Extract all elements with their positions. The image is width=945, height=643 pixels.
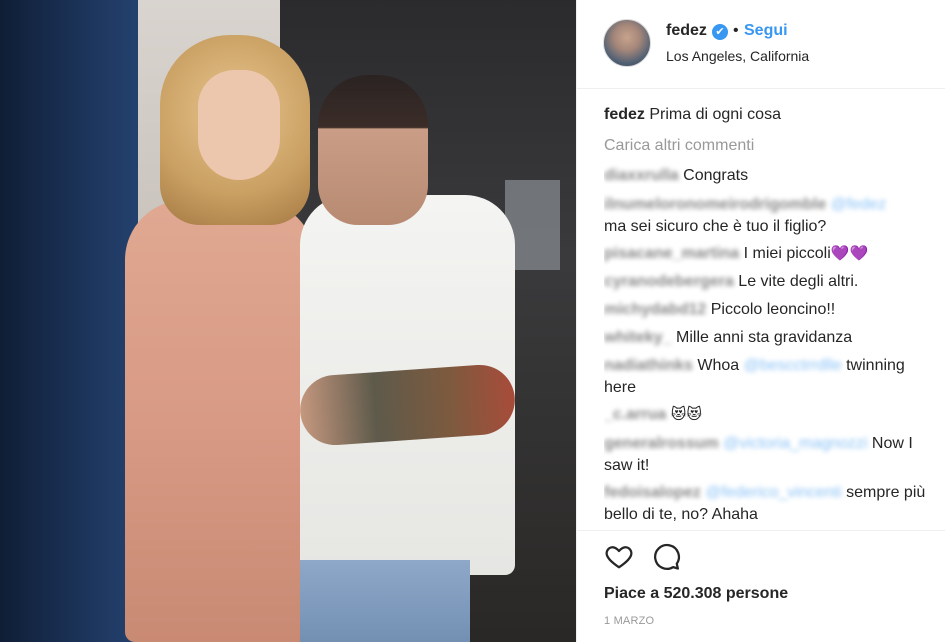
woman-dress <box>125 200 315 642</box>
comment-item: nadiathinks Whoa @bescctrrdlle twinning … <box>604 355 929 399</box>
verified-badge-icon: ✔ <box>712 24 728 40</box>
comment-item: whiteky_ Mille anni sta gravidanza <box>604 327 929 349</box>
post-header: fedez ✔ • Segui Los Angeles, California <box>577 0 945 89</box>
comments-list[interactable]: fedez Prima di ogni cosa Carica altri co… <box>604 104 929 524</box>
comment-username[interactable]: fedoisalopez <box>604 484 701 501</box>
caption: fedez Prima di ogni cosa <box>604 104 929 126</box>
comment-item: generalrossum @victoria_magnozzi Now I s… <box>604 433 929 477</box>
comment-item: ilnumeloronomeirodrigomble @fedez ma sei… <box>604 194 929 238</box>
comment-username[interactable]: nadiathinks <box>604 357 693 374</box>
woman-face <box>198 70 280 180</box>
comment-text: Piccolo leoncino!! <box>710 301 836 318</box>
caption-username[interactable]: fedez <box>604 106 645 123</box>
post-sidebar: fedez ✔ • Segui Los Angeles, California … <box>576 0 945 642</box>
post-actions: Piace a 520.308 persone 1 MARZO <box>577 530 945 643</box>
location-link[interactable]: Los Angeles, California <box>666 48 809 64</box>
header-username[interactable]: fedez <box>666 22 707 40</box>
comment-item: diaxxrulla Congrats <box>604 165 929 187</box>
likes-count[interactable]: Piace a 520.308 persone <box>604 585 788 603</box>
comment-username[interactable]: michydabd12 <box>604 301 706 318</box>
purple-heart-emoji-icon: 💜💜 <box>830 245 869 262</box>
man-jeans <box>300 560 470 642</box>
load-more-comments[interactable]: Carica altri commenti <box>604 135 929 157</box>
post-date[interactable]: 1 MARZO <box>604 615 654 627</box>
comment-text: Congrats <box>683 167 749 184</box>
comment-item: pisacane_martina I miei piccoli💜💜 <box>604 243 929 265</box>
follow-button[interactable]: Segui <box>744 22 788 40</box>
comment-item: _c.arrua 😻😻 <box>604 404 929 426</box>
separator-dot: • <box>733 22 739 39</box>
comment-username[interactable]: _c.arrua <box>604 406 666 423</box>
comment-item: cyranodebergera Le vite degli altri. <box>604 271 929 293</box>
man-head <box>318 75 428 225</box>
comment-text: Mille anni sta gravidanza <box>676 329 853 346</box>
blue-wall <box>0 0 140 642</box>
cat-heart-eyes-emoji-icon: 😻😻 <box>670 406 702 423</box>
comment-mention[interactable]: @bescctrrdlle <box>744 357 842 374</box>
comment-text: Le vite degli altri. <box>738 273 859 290</box>
avatar[interactable] <box>603 19 651 67</box>
post-photo[interactable] <box>0 0 576 642</box>
comment-username[interactable]: pisacane_martina <box>604 245 739 262</box>
comment-mention[interactable]: @victoria_magnozzi <box>723 435 867 452</box>
comment-item: michydabd12 Piccolo leoncino!! <box>604 299 929 321</box>
comment-username[interactable]: cyranodebergera <box>604 273 734 290</box>
comment-mention[interactable]: @federico_vincenti <box>705 484 841 501</box>
speech-bubble-icon[interactable] <box>651 541 683 573</box>
comment-text: I miei piccoli <box>743 245 831 262</box>
comment-item: fedoisalopez @federico_vincenti sempre p… <box>604 482 929 524</box>
comment-username[interactable]: ilnumeloronomeirodrigomble <box>604 196 826 213</box>
comment-username[interactable]: generalrossum <box>604 435 719 452</box>
comment-text-before: Whoa <box>697 357 740 374</box>
comment-mention[interactable]: @fedez <box>831 196 886 213</box>
comment-text: ma sei sicuro che è tuo il figlio? <box>604 218 827 235</box>
heart-outline-icon[interactable] <box>604 541 636 573</box>
caption-text: Prima di ogni cosa <box>649 106 781 123</box>
comment-username[interactable]: whiteky_ <box>604 329 672 346</box>
comment-username[interactable]: diaxxrulla <box>604 167 679 184</box>
